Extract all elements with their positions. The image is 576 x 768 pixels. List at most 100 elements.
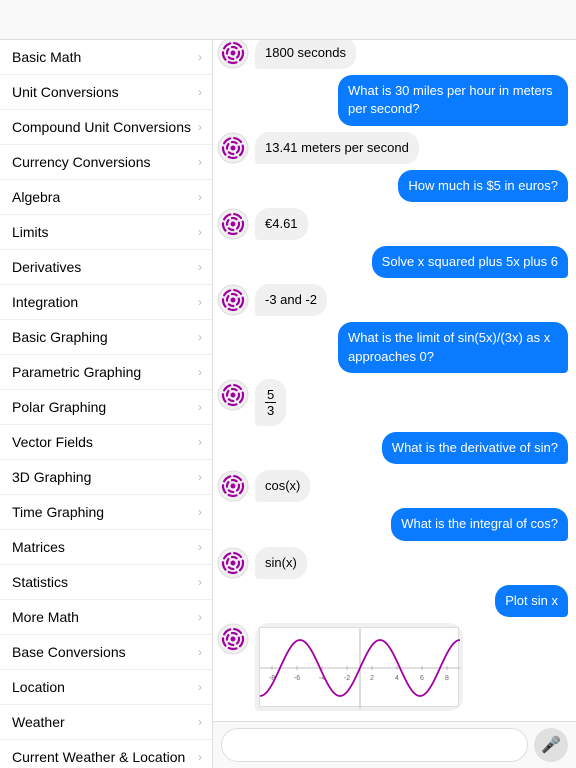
user-message-bubble: What is the integral of cos? [391, 508, 568, 540]
main-content: Basic Math›Unit Conversions›Compound Uni… [0, 40, 576, 768]
sidebar-item-current-weather-location[interactable]: Current Weather & Location› [0, 740, 212, 768]
sidebar: Basic Math›Unit Conversions›Compound Uni… [0, 40, 213, 768]
bot-message-bubble: -3 and -2 [255, 284, 327, 316]
sidebar-item-location[interactable]: Location › [0, 670, 212, 705]
bot-message-bubble: cos(x) [255, 470, 310, 502]
user-message-bubble: Plot sin x [495, 585, 568, 617]
chevron-right-icon: › [198, 645, 202, 659]
sidebar-item-algebra[interactable]: Algebra› [0, 180, 212, 215]
svg-text:2: 2 [370, 675, 374, 682]
message-row-q5: Solve x squared plus 5x plus 6 [217, 246, 568, 278]
chevron-right-icon: › [198, 575, 202, 589]
sidebar-item-label: Base Conversions [12, 644, 126, 660]
sidebar-item-label: Basic Math [12, 49, 81, 65]
sidebar-item-label: 3D Graphing [12, 469, 91, 485]
svg-text:6: 6 [420, 675, 424, 682]
bot-message-bubble: sin(x) [255, 547, 307, 579]
sidebar-item-time-graphing[interactable]: Time Graphing› [0, 495, 212, 530]
sidebar-item-unit-conversions[interactable]: Unit Conversions› [0, 75, 212, 110]
chevron-right-icon: › [198, 610, 202, 624]
chevron-right-icon: › [198, 750, 202, 764]
chevron-right-icon: › [198, 330, 202, 344]
user-message-bubble: What is the derivative of sin? [382, 432, 568, 464]
chevron-right-icon: › [198, 470, 202, 484]
sidebar-item-base-conversions[interactable]: Base Conversions › [0, 635, 212, 670]
chevron-right-icon: › [198, 155, 202, 169]
sidebar-item-label: Matrices [12, 539, 65, 555]
message-row-q7: What is the derivative of sin? [217, 432, 568, 464]
sidebar-item-statistics[interactable]: Statistics › [0, 565, 212, 600]
sidebar-item-currency-conversions[interactable]: Currency Conversions› [0, 145, 212, 180]
chevron-right-icon: › [198, 680, 202, 694]
message-row-a9: -8-6-4-22468 [217, 623, 568, 711]
bot-avatar [217, 547, 249, 579]
sin-graph: -8-6-4-22468 [259, 627, 459, 707]
sidebar-item-label: Parametric Graphing [12, 364, 141, 380]
sidebar-item-label: Location [12, 679, 65, 695]
sidebar-item-label: Limits [12, 224, 49, 240]
chevron-right-icon: › [198, 260, 202, 274]
sidebar-item-label: Derivatives [12, 259, 81, 275]
sidebar-item-limits[interactable]: Limits › [0, 215, 212, 250]
bot-avatar [217, 284, 249, 316]
chat-input[interactable] [221, 728, 528, 762]
sidebar-item-integration[interactable]: Integration› [0, 285, 212, 320]
svg-text:4: 4 [395, 675, 399, 682]
bot-message-bubble: 1800 seconds [255, 40, 356, 69]
sidebar-item-more-math[interactable]: More Math › [0, 600, 212, 635]
bot-avatar [217, 379, 249, 411]
bot-fraction-bubble: 53 [255, 379, 286, 426]
bot-message-bubble: 13.41 meters per second [255, 132, 419, 164]
message-row-a2: 1800 seconds [217, 40, 568, 69]
mic-button[interactable]: 🎤 [534, 728, 568, 762]
chevron-right-icon: › [198, 540, 202, 554]
sidebar-item-basic-graphing[interactable]: Basic Graphing › [0, 320, 212, 355]
sidebar-item-label: Weather [12, 714, 65, 730]
sidebar-item-label: Statistics [12, 574, 68, 590]
sidebar-item-polar-graphing[interactable]: Polar Graphing › [0, 390, 212, 425]
sidebar-item-compound-unit-conversions[interactable]: Compound Unit Conversions › [0, 110, 212, 145]
sidebar-item-label: Compound Unit Conversions [12, 119, 191, 135]
user-message-bubble: What is the limit of sin(5x)/(3x) as x a… [338, 322, 568, 372]
bot-message-bubble: €4.61 [255, 208, 308, 240]
message-row-a8: sin(x) [217, 547, 568, 579]
sidebar-item-label: Algebra [12, 189, 60, 205]
message-row-a6: 53 [217, 379, 568, 426]
sidebar-item-derivatives[interactable]: Derivatives › [0, 250, 212, 285]
sidebar-item-weather[interactable]: Weather› [0, 705, 212, 740]
message-row-q4: How much is $5 in euros? [217, 170, 568, 202]
bot-avatar [217, 470, 249, 502]
chevron-right-icon: › [198, 225, 202, 239]
sidebar-item-label: Basic Graphing [12, 329, 108, 345]
sidebar-item-parametric-graphing[interactable]: Parametric Graphing › [0, 355, 212, 390]
bot-avatar [217, 208, 249, 240]
chat-messages: Hello! Welcome to Ask MathStudio.1 plus … [213, 40, 576, 721]
svg-text:-6: -6 [294, 675, 300, 682]
chevron-right-icon: › [198, 365, 202, 379]
sidebar-item-label: More Math [12, 609, 79, 625]
bot-graph-bubble: -8-6-4-22468 [255, 623, 463, 711]
user-message-bubble: What is 30 miles per hour in meters per … [338, 75, 568, 125]
chat-panel: Hello! Welcome to Ask MathStudio.1 plus … [213, 40, 576, 768]
sidebar-item-label: Integration [12, 294, 78, 310]
sidebar-item-basic-math[interactable]: Basic Math › [0, 40, 212, 75]
chevron-right-icon: › [198, 120, 202, 134]
message-row-q9: Plot sin x [217, 585, 568, 617]
bot-avatar [217, 40, 249, 69]
fraction-numerator: 5 [265, 387, 276, 404]
message-row-a5: -3 and -2 [217, 284, 568, 316]
chevron-right-icon: › [198, 50, 202, 64]
sidebar-item-vector-fields[interactable]: Vector Fields› [0, 425, 212, 460]
top-bar [0, 0, 576, 40]
message-row-q3: What is 30 miles per hour in meters per … [217, 75, 568, 125]
chevron-right-icon: › [198, 435, 202, 449]
bot-avatar [217, 623, 249, 655]
sidebar-item-matrices[interactable]: Matrices › [0, 530, 212, 565]
message-row-q6: What is the limit of sin(5x)/(3x) as x a… [217, 322, 568, 372]
message-row-a3: 13.41 meters per second [217, 132, 568, 164]
chevron-right-icon: › [198, 400, 202, 414]
sidebar-item-label: Polar Graphing [12, 399, 106, 415]
message-row-a7: cos(x) [217, 470, 568, 502]
fraction-denominator: 3 [265, 403, 276, 419]
sidebar-item-3d-graphing[interactable]: 3D Graphing › [0, 460, 212, 495]
